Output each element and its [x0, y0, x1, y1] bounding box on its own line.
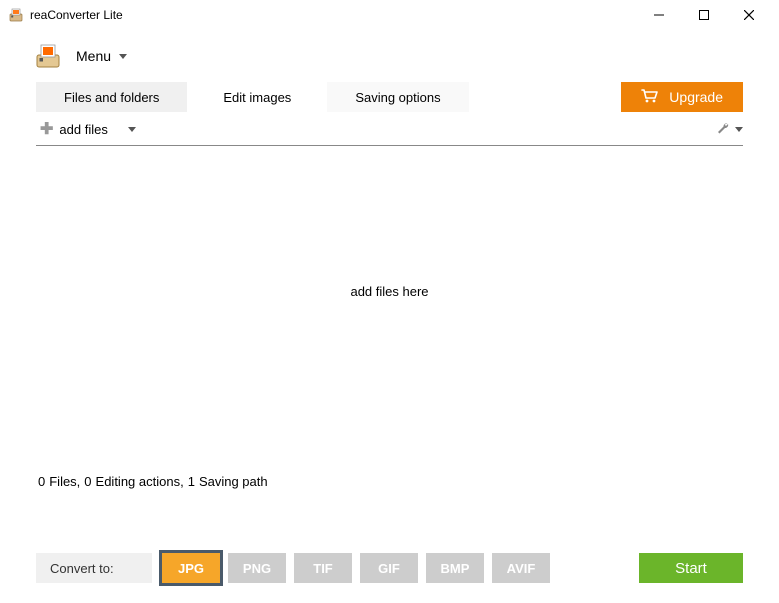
menu-button[interactable]: Menu [76, 48, 127, 64]
start-button[interactable]: Start [639, 553, 743, 583]
tab-saving-options[interactable]: Saving options [327, 82, 468, 112]
format-gif[interactable]: GIF [360, 553, 418, 583]
tabs-row: Files and folders Edit images Saving opt… [0, 82, 779, 112]
tab-edit-images[interactable]: Edit images [195, 82, 319, 112]
format-tif[interactable]: TIF [294, 553, 352, 583]
wrench-icon [715, 120, 731, 139]
chevron-down-icon [735, 127, 743, 132]
status-actions-count: 0 [84, 474, 91, 489]
bottom-bar: Convert to: JPG PNG TIF GIF BMP AVIF Start [36, 553, 743, 583]
convert-to-label: Convert to: [36, 553, 152, 583]
status-paths-label: Saving path [199, 474, 268, 489]
menu-row: Menu [0, 30, 779, 82]
status-files-label: Files, [49, 474, 80, 489]
upgrade-label: Upgrade [669, 89, 723, 105]
add-files-button[interactable]: ✚ add files [40, 122, 136, 138]
add-files-label: add files [59, 122, 107, 137]
app-icon [8, 7, 24, 23]
tab-files-and-folders[interactable]: Files and folders [36, 82, 187, 112]
upgrade-button[interactable]: Upgrade [621, 82, 743, 112]
plus-icon: ✚ [40, 122, 53, 138]
toolbar-row: ✚ add files [0, 112, 779, 145]
maximize-button[interactable] [681, 1, 726, 29]
close-button[interactable] [726, 1, 771, 29]
format-list: JPG PNG TIF GIF BMP AVIF [162, 553, 550, 583]
status-files-count: 0 [38, 474, 45, 489]
cart-icon [641, 89, 659, 106]
window-controls [636, 1, 771, 29]
chevron-down-icon [119, 54, 127, 59]
minimize-button[interactable] [636, 1, 681, 29]
status-paths-count: 1 [188, 474, 195, 489]
app-logo-icon [34, 42, 62, 70]
menu-label: Menu [76, 48, 111, 64]
chevron-down-icon [128, 127, 136, 132]
format-bmp[interactable]: BMP [426, 553, 484, 583]
format-jpg[interactable]: JPG [162, 553, 220, 583]
format-avif[interactable]: AVIF [492, 553, 550, 583]
drop-hint: add files here [350, 284, 428, 299]
status-bar: 0 Files, 0 Editing actions, 1 Saving pat… [0, 474, 779, 489]
status-actions-label: Editing actions, [96, 474, 184, 489]
window-title: reaConverter Lite [30, 8, 123, 22]
file-drop-zone[interactable]: add files here [0, 146, 779, 436]
settings-button[interactable] [715, 120, 743, 139]
titlebar: reaConverter Lite [0, 0, 779, 30]
format-png[interactable]: PNG [228, 553, 286, 583]
